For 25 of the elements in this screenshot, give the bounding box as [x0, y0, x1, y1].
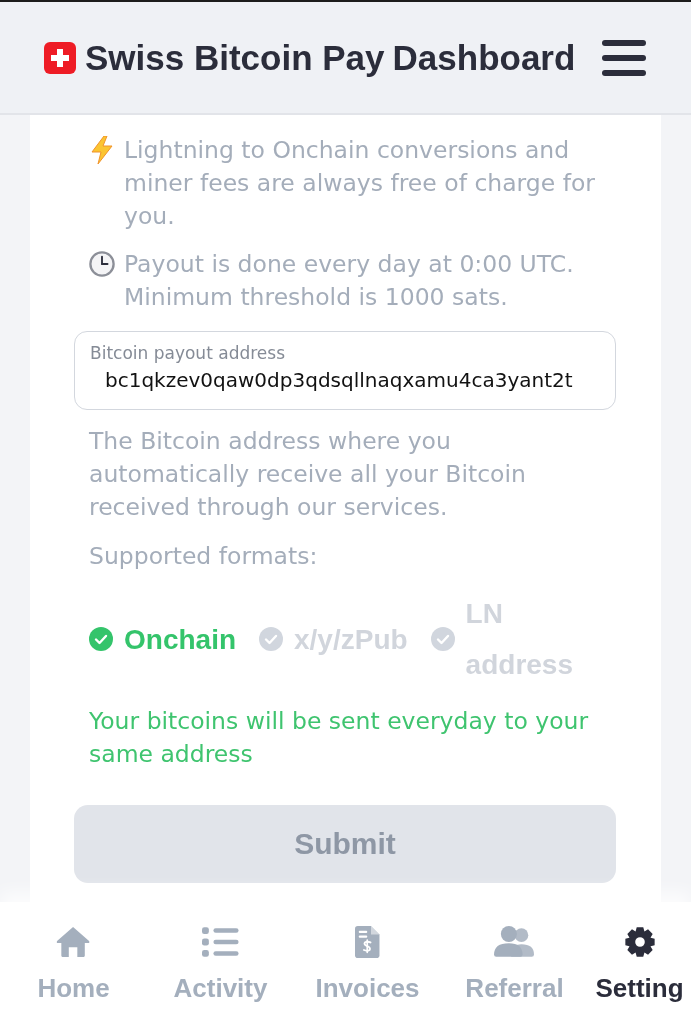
help-text: The Bitcoin address where you automatically receive all your Bitcoin received through our services. — [88, 426, 527, 523]
nav-tab[interactable]: Activity — [147, 902, 294, 1006]
invoice-icon — [355, 926, 380, 958]
cross-logo-icon — [44, 41, 76, 74]
page-title: Dashboard — [392, 37, 576, 78]
users-icon — [493, 926, 536, 958]
formats-label: Supported formats: — [88, 541, 319, 572]
field-value: bc1qkzev0qaw0dp3qdsqllnaqxamu4ca3yant2t — [104, 367, 573, 394]
format-label: Onchain — [124, 622, 236, 657]
address-field[interactable]: Bitcoin payout address bc1qkzev0qaw0dp3qdsqllnaqxamu4ca3yant2t — [74, 331, 616, 410]
nav-tab[interactable]: Setting — [588, 902, 691, 1006]
info-text: Lightning to Onchain conversions and miner fees are always free of charge for you. — [124, 135, 596, 232]
list-icon — [202, 926, 239, 958]
settings-icon — [623, 926, 656, 958]
nav-tab[interactable]: Referral — [441, 902, 588, 1006]
field-label: Bitcoin payout address — [90, 342, 285, 365]
clock-icon — [89, 250, 115, 278]
lightning-icon — [89, 136, 115, 164]
nav-tab[interactable]: Invoices — [294, 902, 441, 1006]
home-icon — [56, 926, 91, 958]
info-text: Payout is done every day at 0:00 UTC. Minimum threshold is 1000 sats. — [124, 249, 575, 313]
app-title: Swiss Bitcoin Pay — [85, 37, 385, 78]
nav-tab[interactable]: Home — [0, 902, 147, 1006]
menu-icon[interactable] — [602, 39, 646, 76]
status-message: Your bitcoins will be sent everyday to your same address — [88, 706, 590, 770]
